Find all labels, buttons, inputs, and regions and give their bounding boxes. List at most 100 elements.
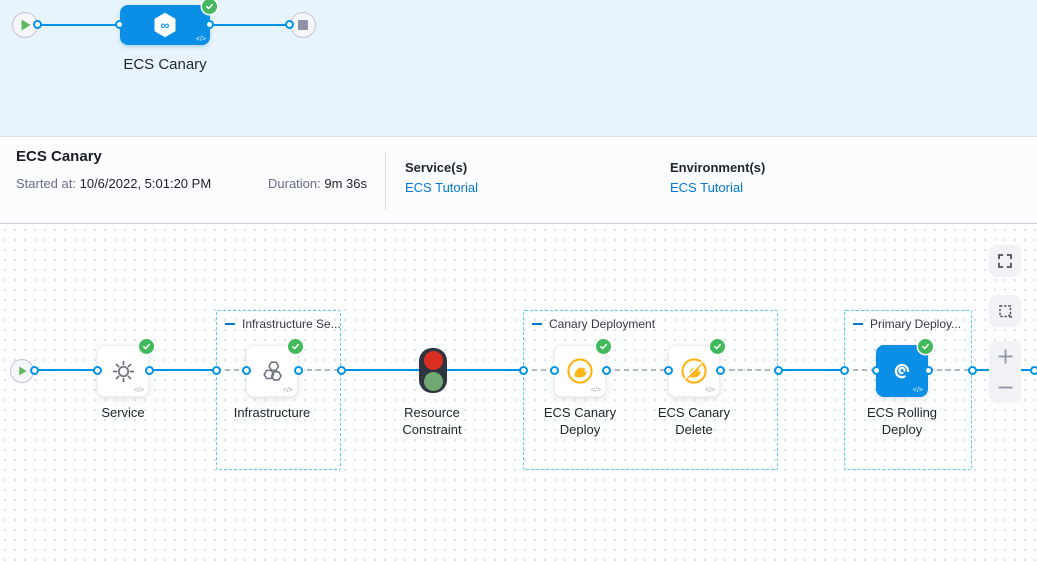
pipeline-execution-page: ∞ </> ECS Canary ECS Canary Started at: … bbox=[0, 0, 1037, 564]
connector-dot bbox=[774, 366, 783, 375]
group-label: Primary Deploy... bbox=[870, 317, 961, 331]
collapse-icon bbox=[532, 323, 542, 325]
minus-icon bbox=[996, 378, 1015, 397]
step-label: ECS Canary Deploy bbox=[525, 404, 635, 438]
zoom-out-button[interactable] bbox=[989, 372, 1021, 403]
connector-dot bbox=[968, 366, 977, 375]
code-icon: </> bbox=[705, 387, 715, 394]
connector-dot bbox=[337, 366, 346, 375]
zoom-panel bbox=[989, 341, 1021, 403]
connector-dot bbox=[716, 366, 725, 375]
connector-dot bbox=[212, 366, 221, 375]
connector-dot bbox=[519, 366, 528, 375]
canary-delete-icon bbox=[679, 356, 709, 386]
connector-dot bbox=[294, 366, 303, 375]
connector-dot bbox=[115, 20, 124, 29]
started-value: 10/6/2022, 5:01:20 PM bbox=[80, 176, 212, 191]
step-label: Resource Constraint bbox=[377, 404, 487, 438]
step-ecs-canary-delete[interactable]: </> bbox=[668, 345, 720, 397]
edge bbox=[928, 369, 972, 371]
execution-title: ECS Canary bbox=[16, 148, 102, 165]
code-icon: </> bbox=[913, 387, 923, 394]
services-block: Service(s) ECS Tutorial bbox=[405, 160, 478, 197]
environments-block: Environment(s) ECS Tutorial bbox=[670, 160, 765, 197]
step-label: Infrastructure bbox=[217, 404, 327, 421]
edge bbox=[606, 369, 668, 371]
connector-dot bbox=[30, 366, 39, 375]
svg-text:∞: ∞ bbox=[161, 19, 170, 33]
traffic-green-light bbox=[424, 372, 443, 391]
execution-info-bar: ECS Canary Started at: 10/6/2022, 5:01:2… bbox=[0, 138, 1037, 224]
stage-node-ecs-canary[interactable]: ∞ </> bbox=[120, 5, 210, 45]
stage-success-badge bbox=[202, 0, 217, 14]
code-icon: </> bbox=[591, 387, 601, 394]
step-label: Service bbox=[68, 404, 178, 421]
marquee-select-icon bbox=[997, 303, 1014, 320]
step-ecs-rolling-deploy[interactable]: </> bbox=[876, 345, 928, 397]
plus-icon bbox=[996, 347, 1015, 366]
services-label: Service(s) bbox=[405, 160, 478, 175]
connector-dot bbox=[33, 20, 42, 29]
step-label: ECS Rolling Deploy bbox=[847, 404, 957, 438]
connector-dot bbox=[285, 20, 294, 29]
step-success-badge bbox=[139, 339, 154, 354]
edge bbox=[778, 369, 844, 371]
zoom-in-button[interactable] bbox=[989, 341, 1021, 372]
edge bbox=[298, 369, 341, 371]
duration: Duration: 9m 36s bbox=[268, 176, 367, 191]
connector-dot bbox=[1030, 366, 1037, 375]
step-label: ECS Canary Delete bbox=[639, 404, 749, 438]
started-at: Started at: 10/6/2022, 5:01:20 PM bbox=[16, 176, 211, 191]
step-infrastructure[interactable]: </> bbox=[246, 345, 298, 397]
edge bbox=[447, 369, 523, 371]
duration-label: Duration: bbox=[268, 176, 321, 191]
group-header-infrastructure[interactable]: Infrastructure Se... bbox=[225, 317, 341, 331]
collapse-icon bbox=[225, 323, 235, 325]
stage-minimap: ∞ </> ECS Canary bbox=[0, 0, 1037, 137]
services-link[interactable]: ECS Tutorial bbox=[405, 180, 478, 195]
environments-link[interactable]: ECS Tutorial bbox=[670, 180, 743, 195]
connector-dot bbox=[872, 366, 881, 375]
edge bbox=[341, 369, 419, 371]
code-icon: </> bbox=[196, 36, 206, 43]
collapse-icon bbox=[853, 323, 863, 325]
fullscreen-icon bbox=[997, 253, 1013, 269]
traffic-red-light bbox=[424, 351, 443, 370]
step-success-badge bbox=[918, 339, 933, 354]
edge bbox=[720, 369, 778, 371]
connector-dot bbox=[840, 366, 849, 375]
group-label: Canary Deployment bbox=[549, 317, 655, 331]
group-header-canary-deployment[interactable]: Canary Deployment bbox=[532, 317, 655, 331]
step-success-badge bbox=[710, 339, 725, 354]
fullscreen-button[interactable] bbox=[989, 245, 1021, 277]
edge bbox=[149, 369, 216, 371]
step-success-badge bbox=[596, 339, 611, 354]
play-icon bbox=[18, 366, 27, 376]
info-divider bbox=[385, 152, 386, 210]
connector-dot bbox=[145, 366, 154, 375]
group-header-primary-deployment[interactable]: Primary Deploy... bbox=[853, 317, 961, 331]
marquee-select-button[interactable] bbox=[989, 295, 1021, 327]
connector-dot bbox=[924, 366, 933, 375]
hexagon-cluster-icon bbox=[259, 358, 286, 385]
connector-dot bbox=[550, 366, 559, 375]
group-label: Infrastructure Se... bbox=[242, 317, 341, 331]
stop-icon bbox=[298, 20, 308, 30]
stage-label: ECS Canary bbox=[105, 56, 225, 73]
step-success-badge bbox=[288, 339, 303, 354]
edge bbox=[34, 369, 97, 371]
environments-label: Environment(s) bbox=[670, 160, 765, 175]
step-service[interactable]: </> bbox=[97, 345, 149, 397]
duration-value: 9m 36s bbox=[324, 176, 367, 191]
gear-icon bbox=[110, 358, 137, 385]
code-icon: </> bbox=[283, 387, 293, 394]
code-icon: </> bbox=[134, 387, 144, 394]
canary-icon bbox=[565, 356, 595, 386]
started-label: Started at: bbox=[16, 176, 76, 191]
connector-dot bbox=[205, 20, 214, 29]
connector-dot bbox=[602, 366, 611, 375]
ecs-swirl-icon bbox=[889, 358, 915, 384]
step-ecs-canary-deploy[interactable]: </> bbox=[554, 345, 606, 397]
connector-dot bbox=[664, 366, 673, 375]
step-resource-constraint[interactable] bbox=[419, 348, 447, 393]
